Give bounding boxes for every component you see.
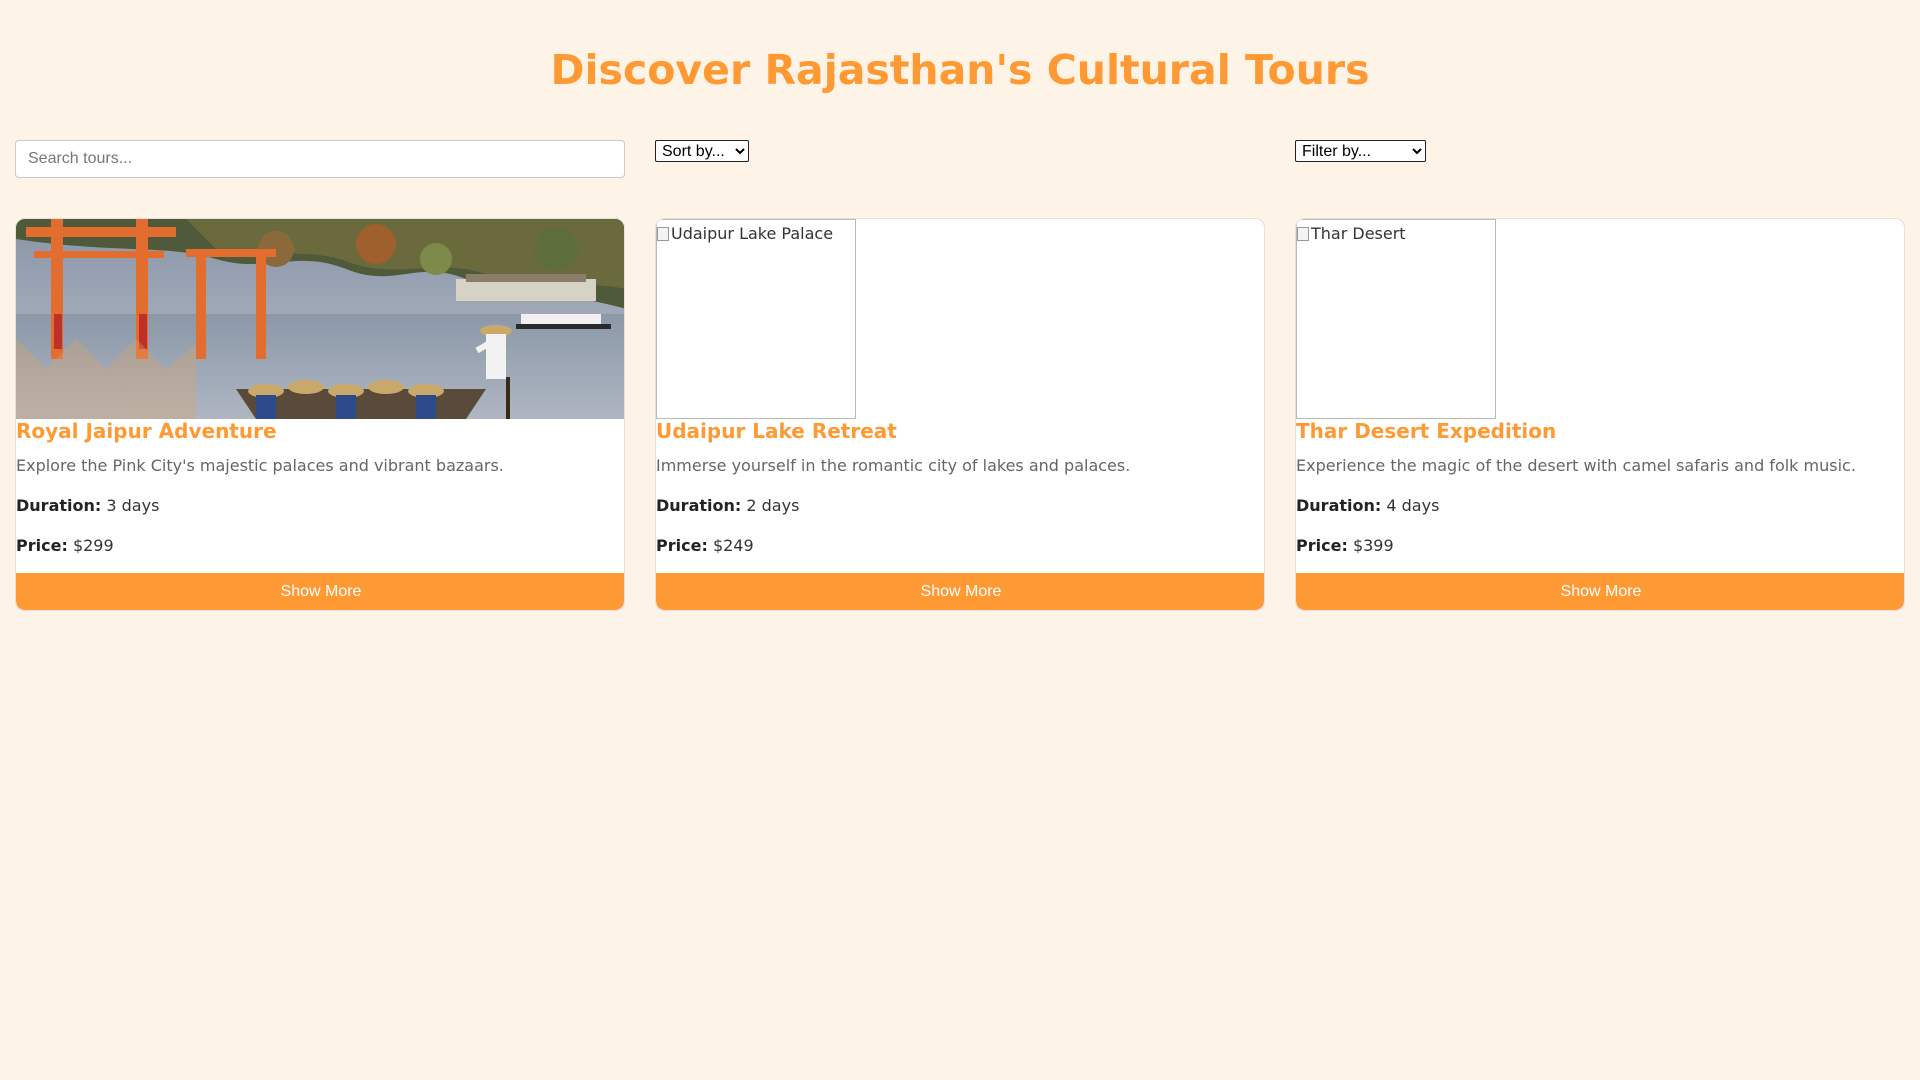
tour-price: Price: $399 xyxy=(1296,536,1394,556)
price-label: Price: xyxy=(656,536,708,555)
broken-image-icon xyxy=(657,227,669,241)
broken-image-icon xyxy=(1297,227,1309,241)
price-label: Price: xyxy=(16,536,68,555)
show-more-button[interactable]: Show More xyxy=(16,573,624,610)
tour-card: Udaipur Lake Palace Udaipur Lake Retreat… xyxy=(655,218,1265,611)
tour-image-container: Udaipur Lake Palace xyxy=(656,219,1264,419)
tour-photo-jaipur xyxy=(16,219,624,419)
duration-value: 4 days xyxy=(1386,496,1440,515)
broken-image: Udaipur Lake Palace xyxy=(656,219,856,419)
tour-photo-illustration xyxy=(16,219,624,419)
sort-select[interactable]: Sort by... xyxy=(655,140,749,162)
tour-description: Experience the magic of the desert with … xyxy=(1296,456,1856,475)
tour-card: Thar Desert Thar Desert Expedition Exper… xyxy=(1295,218,1905,611)
show-more-button[interactable]: Show More xyxy=(656,573,1264,610)
filter-select[interactable]: Filter by... xyxy=(1295,140,1426,162)
price-value: $249 xyxy=(712,536,754,555)
page-title: Discover Rajasthan's Cultural Tours xyxy=(550,46,1370,94)
price-label: Price: xyxy=(1296,536,1348,555)
tour-description: Explore the Pink City's majestic palaces… xyxy=(16,456,504,475)
tour-duration: Duration: 2 days xyxy=(656,496,799,516)
tour-card: Royal Jaipur Adventure Explore the Pink … xyxy=(15,218,625,611)
tour-price: Price: $249 xyxy=(656,536,754,556)
image-alt-text: Thar Desert xyxy=(1297,224,1406,243)
duration-label: Duration: xyxy=(16,496,102,515)
duration-label: Duration: xyxy=(656,496,742,515)
tour-duration: Duration: 4 days xyxy=(1296,496,1439,516)
tour-image-container: Thar Desert xyxy=(1296,219,1904,419)
tour-description: Immerse yourself in the romantic city of… xyxy=(656,456,1131,475)
price-value: $299 xyxy=(72,536,114,555)
tour-price: Price: $299 xyxy=(16,536,114,556)
duration-value: 3 days xyxy=(106,496,160,515)
price-value: $399 xyxy=(1352,536,1394,555)
image-alt-label: Thar Desert xyxy=(1311,224,1406,243)
image-alt-text: Udaipur Lake Palace xyxy=(657,224,833,243)
duration-value: 2 days xyxy=(746,496,800,515)
tour-title: Thar Desert Expedition xyxy=(1296,419,1557,443)
duration-label: Duration: xyxy=(1296,496,1382,515)
tour-title: Udaipur Lake Retreat xyxy=(656,419,897,443)
image-alt-label: Udaipur Lake Palace xyxy=(671,224,834,243)
search-input[interactable] xyxy=(15,140,625,178)
broken-image: Thar Desert xyxy=(1296,219,1496,419)
show-more-button[interactable]: Show More xyxy=(1296,573,1904,610)
tour-duration: Duration: 3 days xyxy=(16,496,159,516)
tour-title: Royal Jaipur Adventure xyxy=(16,419,277,443)
